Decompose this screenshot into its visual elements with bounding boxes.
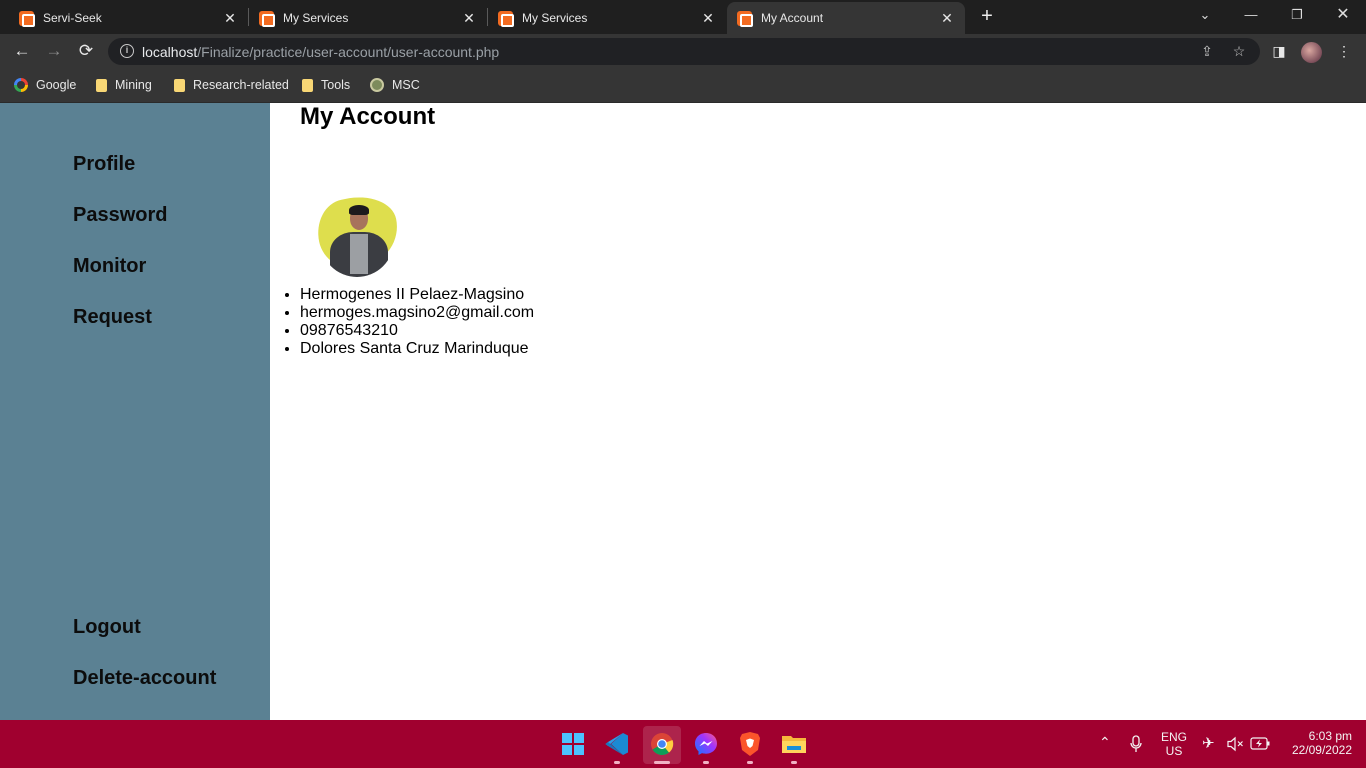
back-arrow-icon[interactable]: ← [11, 40, 33, 62]
brave-running-indicator [747, 761, 753, 764]
profile-avatar-icon[interactable] [1301, 42, 1322, 63]
user-name: Hermogenes II Pelaez-Magsino [300, 286, 534, 304]
bookmark-label: Google [36, 78, 77, 92]
sidebar: Profile Password Monitor Request Logout … [0, 103, 270, 720]
microphone-icon[interactable] [1129, 735, 1143, 753]
bookmark-label: Research-related [193, 78, 289, 92]
page-title: My Account [300, 103, 436, 130]
new-tab-button[interactable]: + [975, 5, 999, 29]
sidebar-link-profile[interactable]: Profile [73, 153, 135, 176]
bookmarks-bar: Google Mining Research-related Tools MSC [0, 68, 1366, 103]
user-address: Dolores Santa Cruz Marinduque [300, 340, 534, 358]
tab-servi-seek[interactable]: Servi-Seek ✕ [0, 2, 248, 34]
tab-my-services-2[interactable]: My Services ✕ [488, 2, 726, 34]
close-window-icon[interactable]: ✕ [1320, 0, 1366, 32]
folder-icon [96, 78, 107, 92]
bookmark-mining[interactable]: Mining [96, 76, 152, 94]
address-bar[interactable]: i localhost/Finalize/practice/user-accou… [108, 38, 1260, 65]
xampp-favicon-icon [737, 10, 753, 27]
tab-search-chevron-icon[interactable]: ⌄ [1182, 0, 1228, 32]
bookmark-research-related[interactable]: Research-related [174, 76, 289, 94]
close-tab-icon[interactable]: ✕ [700, 10, 716, 27]
url-path: /Finalize/practice/user-account/user-acc… [197, 44, 500, 60]
bookmark-label: Mining [115, 78, 152, 92]
bookmark-msc[interactable]: MSC [370, 76, 420, 94]
google-icon [14, 78, 28, 92]
url-text[interactable]: localhost/Finalize/practice/user-account… [142, 44, 499, 60]
file-explorer-running-indicator [791, 761, 797, 764]
forward-arrow-icon[interactable]: → [43, 40, 65, 62]
clock-date: 22/09/2022 [1291, 743, 1352, 757]
language-indicator[interactable]: ENG US [1160, 730, 1188, 758]
tab-title: My Services [522, 11, 588, 25]
battery-icon[interactable] [1250, 737, 1270, 750]
bookmark-tools[interactable]: Tools [302, 76, 350, 94]
tab-my-account[interactable]: My Account ✕ [727, 2, 965, 34]
volume-muted-icon[interactable] [1227, 736, 1244, 752]
restore-icon[interactable]: ❐ [1274, 0, 1320, 32]
close-tab-icon[interactable]: ✕ [222, 10, 238, 27]
tab-my-services-1[interactable]: My Services ✕ [249, 2, 487, 34]
sidebar-link-password[interactable]: Password [73, 204, 167, 227]
user-phone: 09876543210 [300, 322, 534, 340]
bookmark-label: Tools [321, 78, 351, 92]
minimize-icon[interactable]: — [1228, 0, 1274, 32]
browser-toolbar: ← → ⟳ i localhost/Finalize/practice/user… [0, 34, 1366, 68]
language-label: ENG [1160, 730, 1187, 744]
sidebar-link-logout[interactable]: Logout [73, 616, 141, 639]
folder-icon [302, 78, 313, 92]
bookmark-google[interactable]: Google [14, 76, 76, 94]
url-host: localhost [142, 44, 198, 60]
sidebar-link-delete-account[interactable]: Delete-account [73, 667, 216, 690]
vscode-icon[interactable] [604, 731, 630, 757]
tab-title: Servi-Seek [43, 11, 102, 25]
airplane-mode-icon[interactable]: ✈ [1202, 734, 1215, 752]
region-label: US [1165, 744, 1183, 758]
user-avatar [311, 189, 405, 278]
user-photo [320, 200, 394, 277]
bookmark-label: MSC [392, 78, 420, 92]
reload-icon[interactable]: ⟳ [75, 40, 97, 62]
side-panel-icon[interactable]: ◨ [1270, 42, 1288, 60]
folder-icon [174, 78, 185, 92]
tab-title: My Account [761, 11, 824, 25]
clock[interactable]: 6:03 pm 22/09/2022 [1280, 729, 1352, 757]
brave-icon[interactable] [738, 731, 762, 757]
messenger-icon[interactable] [694, 732, 718, 756]
chevron-up-icon[interactable]: ⌃ [1099, 734, 1111, 751]
xampp-favicon-icon [259, 10, 275, 27]
xampp-favicon-icon [19, 10, 35, 27]
menu-kebab-icon[interactable]: ⋮ [1335, 42, 1353, 60]
bookmark-star-icon[interactable]: ☆ [1230, 42, 1248, 60]
tab-title: My Services [283, 11, 349, 25]
user-info-list: Hermogenes II Pelaez-Magsino hermoges.ma… [300, 286, 534, 358]
chrome-icon[interactable] [650, 732, 674, 756]
start-icon[interactable] [562, 733, 584, 755]
close-tab-icon[interactable]: ✕ [461, 10, 477, 27]
site-info-icon[interactable]: i [120, 44, 134, 58]
msc-icon [370, 78, 384, 92]
sidebar-link-request[interactable]: Request [73, 306, 152, 329]
browser-tab-strip: Servi-Seek ✕ My Services ✕ My Services ✕… [0, 0, 1366, 34]
sidebar-link-monitor[interactable]: Monitor [73, 255, 146, 278]
file-explorer-icon[interactable] [781, 732, 807, 756]
chrome-active-indicator [654, 761, 670, 764]
messenger-running-indicator [703, 761, 709, 764]
share-icon[interactable]: ⇪ [1198, 42, 1216, 60]
user-email: hermoges.magsino2@gmail.com [300, 304, 534, 322]
vscode-running-indicator [614, 761, 620, 764]
close-tab-icon[interactable]: ✕ [939, 10, 955, 27]
xampp-favicon-icon [498, 10, 514, 27]
clock-time: 6:03 pm [1308, 729, 1352, 743]
